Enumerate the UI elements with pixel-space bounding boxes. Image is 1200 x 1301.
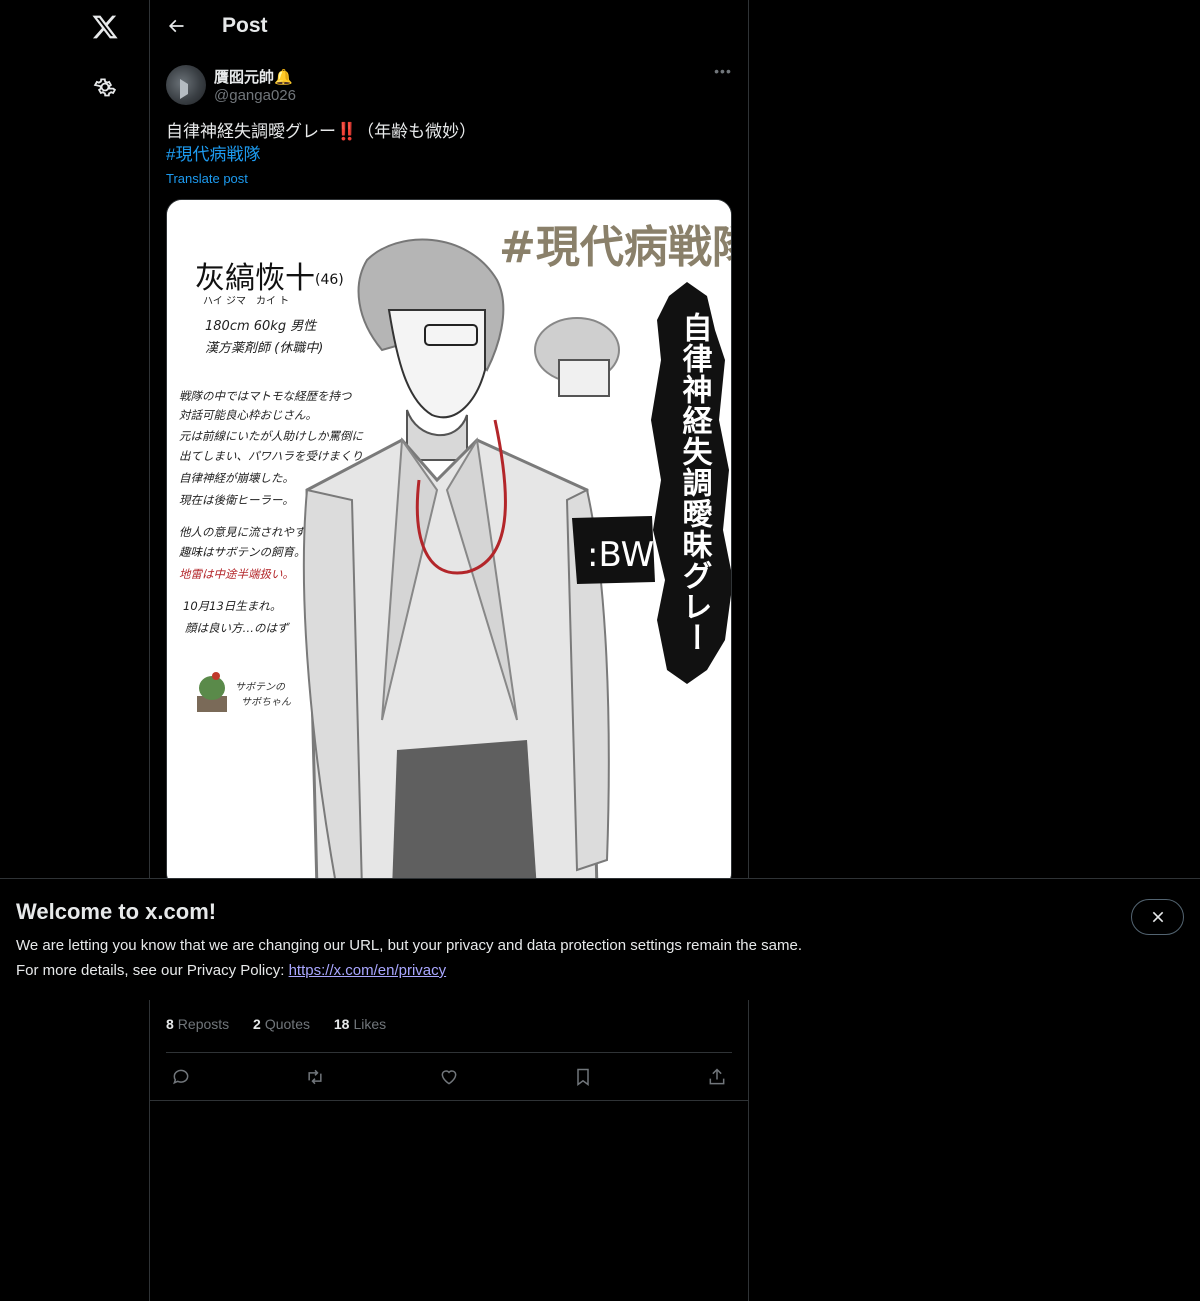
main-column: Post 贋囮元帥🔔 @ganga026 ••• 自律神経失調曖グレー‼️（年齢… [150, 0, 749, 1301]
character-age: (46) [315, 272, 344, 288]
like-icon[interactable] [437, 1065, 461, 1089]
desc-line-highlight: 地雷は中途半端扱い。 [179, 567, 294, 581]
quotes-stat[interactable]: 2 Quotes [253, 1016, 310, 1032]
character-name: 灰縞恢十 [195, 261, 315, 296]
post-image[interactable]: #現代病戦隊 灰縞恢十 (46) ハイ ジマ カイ ト 180cm 60kg 男… [166, 199, 732, 889]
desc-line: 戦隊の中ではマトモな経歴を持つ [179, 389, 353, 403]
post-text: 自律神経失調曖グレー‼️（年齢も微妙） #現代病戦隊 [166, 120, 732, 166]
repost-icon[interactable] [303, 1065, 327, 1089]
reposts-stat[interactable]: 8 Reposts [166, 1016, 229, 1032]
reply-icon[interactable] [169, 1065, 193, 1089]
author-handle[interactable]: @ganga026 [214, 87, 296, 104]
page-title: Post [222, 14, 268, 37]
desc-line: 対話可能良心枠おじさん。 [179, 408, 317, 422]
character-reading: ハイ ジマ カイ ト [203, 295, 289, 307]
gear-icon[interactable] [91, 73, 119, 101]
arrow-left-icon[interactable] [164, 14, 188, 38]
vertical-title-text: 自律神経失調曖昧グレー [677, 312, 713, 653]
header: Post [150, 0, 748, 54]
desc-line: 元は前線にいたが人助けしか罵倒に [179, 429, 363, 443]
banner-title: Welcome to x.com! [16, 899, 217, 924]
hashtag-link[interactable]: #現代病戦隊 [166, 143, 732, 166]
desc-line: 出てしまい、パワハラを受けまくり [179, 449, 363, 463]
close-banner-button[interactable] [1131, 899, 1184, 935]
likes-stat[interactable]: 18 Likes [334, 1016, 386, 1032]
url-change-banner: Welcome to x.com! We are letting you kno… [0, 878, 1200, 1000]
x-logo-icon[interactable] [88, 10, 122, 44]
engagement-stats: 8 Reposts 2 Quotes 18 Likes [166, 1016, 406, 1032]
avatar[interactable] [166, 65, 206, 105]
privacy-policy-link[interactable]: https://x.com/en/privacy [289, 962, 447, 979]
armband-text: :BW [587, 535, 654, 575]
desc-line: 顔は良い方…のはず [185, 621, 290, 635]
desc-line: 自律神経が崩壊した。 [179, 471, 294, 485]
divider [150, 1100, 749, 1101]
cactus-label-1: サボテンの [235, 681, 286, 693]
character-stats: 180cm 60kg 男性 [205, 319, 318, 334]
character-job: 漢方薬剤師 (休職中) [205, 341, 323, 356]
divider [166, 1052, 732, 1053]
close-icon [1152, 911, 1163, 923]
illustration-hashtag: #現代病戦隊 [499, 222, 732, 273]
banner-message: We are letting you know that we are chan… [16, 937, 802, 954]
desc-line: 趣味はサボテンの飼育。 [179, 545, 306, 559]
bookmark-icon[interactable] [571, 1065, 595, 1089]
cactus-label-2: サボちゃん [241, 696, 292, 708]
desc-line: 現在は後衛ヒーラー。 [179, 493, 294, 507]
action-bar [166, 1060, 732, 1094]
author-name[interactable]: 贋囮元帥🔔 [214, 66, 293, 87]
banner-privacy-prefix: For more details, see our Privacy Policy… [16, 962, 289, 979]
share-icon[interactable] [705, 1065, 729, 1089]
translate-post-link[interactable]: Translate post [166, 171, 248, 186]
page: Post 贋囮元帥🔔 @ganga026 ••• 自律神経失調曖グレー‼️（年齢… [0, 0, 1200, 1301]
left-nav [0, 0, 150, 1301]
desc-line: 10月13日生まれ。 [183, 599, 281, 613]
post-body: 自律神経失調曖グレー‼️（年齢も微妙） [166, 122, 477, 141]
banner-privacy-line: For more details, see our Privacy Policy… [16, 962, 446, 979]
illustration: #現代病戦隊 灰縞恢十 (46) ハイ ジマ カイ ト 180cm 60kg 男… [167, 200, 732, 888]
more-options-icon[interactable]: ••• [712, 63, 734, 85]
